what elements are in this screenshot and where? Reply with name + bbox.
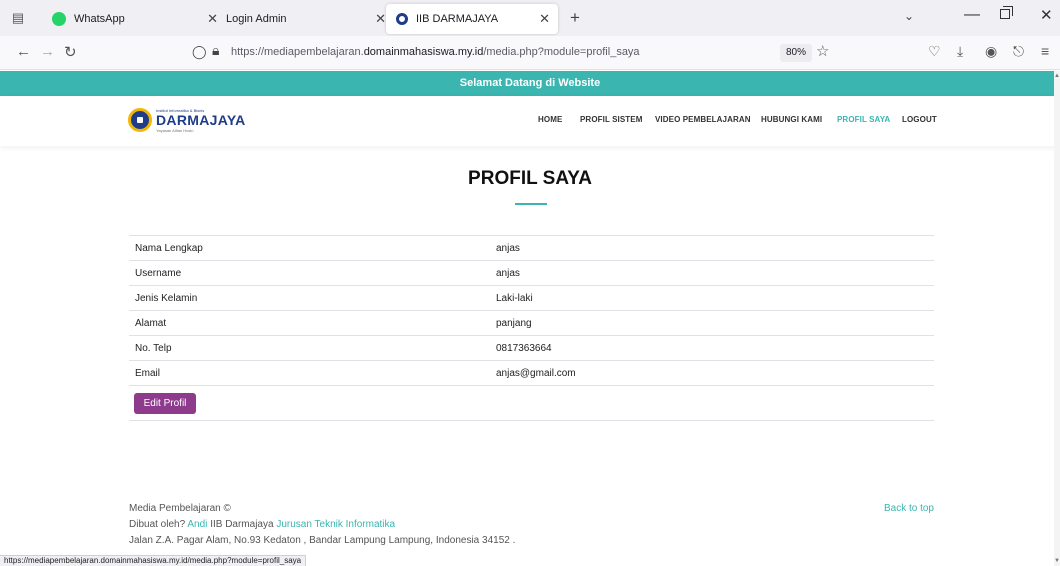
row-value: anjas@gmail.com [496,368,576,379]
status-bar-url: https://mediapembelajaran.domainmahasisw… [0,555,307,566]
extensions-icon[interactable]: ⎋ [1013,43,1024,60]
row-value: anjas [496,268,520,279]
menu-home[interactable]: HOME [538,115,562,124]
address-bar[interactable]: ◯ 🔒︎ https://mediapembelajaran.domainmah… [180,40,830,66]
menu-profil-saya[interactable]: PROFIL SAYA [837,115,890,124]
new-tab-icon[interactable]: + [570,8,580,28]
row-label: Nama Lengkap [135,243,203,254]
row-value: anjas [496,243,520,254]
menu-logout[interactable]: LOGOUT [902,115,937,124]
profile-table: Nama Lengkap anjas Username anjas Jenis … [129,235,934,421]
row-label: Jenis Kelamin [135,293,198,304]
author-link[interactable]: Andi [187,519,207,530]
lock-icon[interactable]: 🔒︎ [212,42,219,59]
close-window-icon[interactable]: ✕ [1040,6,1053,24]
tab-iib-darmajaya[interactable]: IIB DARMAJAYA ✕ [386,4,558,34]
tab-list-icon[interactable]: ▤ [9,9,27,27]
back-icon[interactable]: ← [16,43,31,60]
footer-credits: Dibuat oleh? Andi IIB Darmajaya Jurusan … [129,519,396,530]
title-divider [515,203,547,205]
row-label: Alamat [135,318,167,329]
site-header: Institut Informatika & Bisnis DARMAJAYA … [0,96,1060,146]
bookmark-star-icon[interactable]: ☆ [816,42,829,60]
scroll-down-icon[interactable]: ▼ [1054,558,1060,564]
welcome-banner: Selamat Datang di Website [0,71,1060,96]
url-text[interactable]: https://mediapembelajaran.domainmahasisw… [231,46,640,58]
table-row: Nama Lengkap anjas [129,236,934,261]
back-to-top-link[interactable]: Back to top [884,503,934,514]
pocket-icon[interactable]: ♡ [928,43,941,60]
tab-title: Login Admin [226,13,287,25]
tab-whatsapp[interactable]: WhatsApp ✕ [40,4,226,34]
zoom-level[interactable]: 80% [780,44,813,62]
minimize-icon[interactable]: — [964,6,980,24]
logo-name: DARMAJAYA [156,111,246,128]
whatsapp-icon [52,12,66,26]
account-icon[interactable]: ◉ [985,43,997,60]
tab-title: IIB DARMAJAYA [416,13,499,25]
menu-profil-sistem[interactable]: PROFIL SISTEM [580,115,643,124]
table-row: Username anjas [129,261,934,286]
browser-nav-bar: ← → ↻ ◯ 🔒︎ https://mediapembelajaran.dom… [0,36,1060,70]
forward-icon[interactable]: → [40,43,55,60]
page-scrollbar[interactable]: ▲ ▼ [1054,71,1060,566]
downloads-icon[interactable]: ⤓ [957,43,963,60]
tracking-shield-icon[interactable]: ◯ [192,44,207,60]
menu-hubungi-kami[interactable]: HUBUNGI KAMI [761,115,822,124]
table-row: Jenis Kelamin Laki-laki [129,286,934,311]
table-row: No. Telp 0817363664 [129,336,934,361]
restore-icon[interactable] [1000,6,1013,19]
row-value: 0817363664 [496,343,552,354]
darmajaya-logo-icon [128,108,152,132]
close-tab-icon[interactable]: ✕ [539,11,550,27]
edit-profile-button[interactable]: Edit Profil [134,393,196,414]
menu-icon[interactable]: ≡ [1041,43,1049,59]
table-row: Email anjas@gmail.com [129,361,934,386]
footer-address: Jalan Z.A. Pagar Alam, No.93 Kedaton , B… [129,535,516,546]
row-label: Username [135,268,182,279]
darmajaya-icon [396,13,408,25]
table-row: Alamat panjang [129,311,934,336]
reload-icon[interactable]: ↻ [64,43,77,61]
darmajaya-logo[interactable]: Institut Informatika & Bisnis DARMAJAYA … [128,106,246,134]
tab-login-admin[interactable]: Login Admin ✕ [212,4,394,34]
list-all-tabs-icon[interactable]: ⌄ [904,9,914,23]
page-title: PROFIL SAYA [468,168,592,189]
row-value: Laki-laki [496,293,533,304]
tab-title: WhatsApp [74,13,125,25]
row-label: No. Telp [135,343,172,354]
footer-copyright: Media Pembelajaran © [129,503,231,514]
row-label: Email [135,368,161,379]
department-link[interactable]: Jurusan Teknik Informatika [276,519,395,530]
row-value: panjang [496,318,532,329]
menu-video-pembelajaran[interactable]: VIDEO PEMBELAJARAN [655,115,751,124]
table-row-actions: Edit Profil [129,386,934,421]
scroll-up-icon[interactable]: ▲ [1054,73,1060,79]
browser-tab-bar: ▤ WhatsApp ✕ Login Admin ✕ IIB DARMAJAYA… [0,0,1060,36]
logo-text: Institut Informatika & Bisnis DARMAJAYA … [156,107,246,133]
close-tab-icon[interactable]: ✕ [375,11,386,27]
